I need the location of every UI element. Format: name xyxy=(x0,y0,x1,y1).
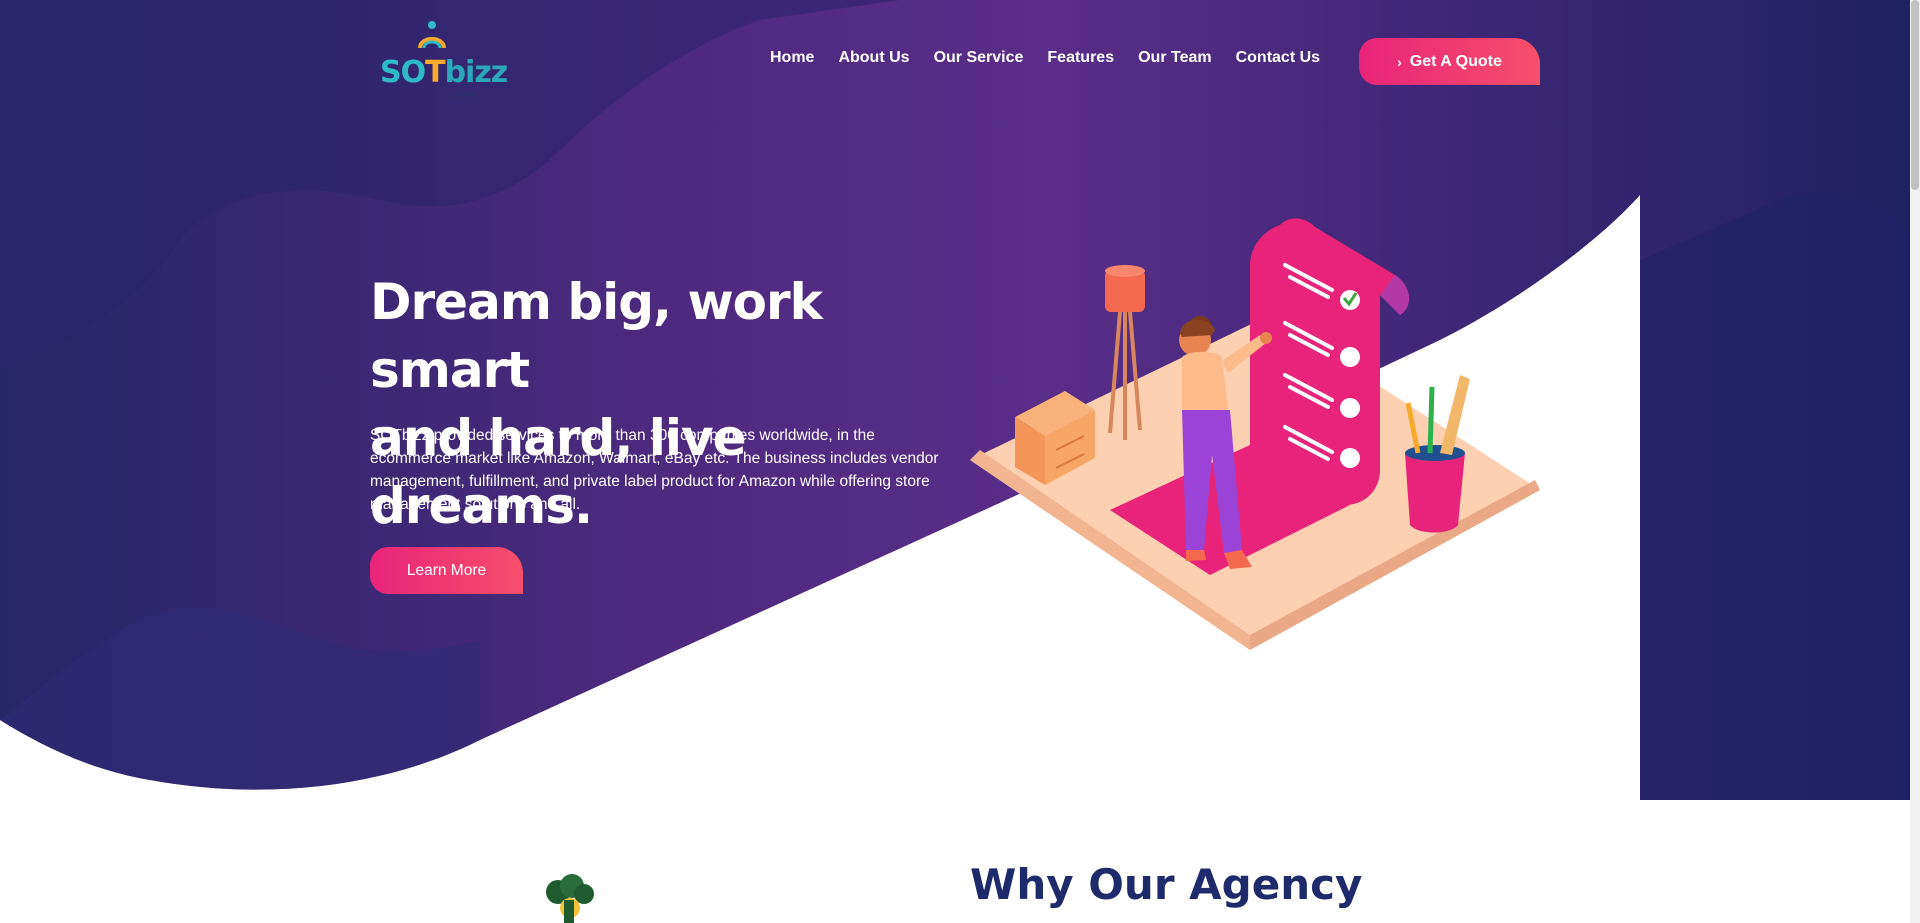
learn-more-button[interactable]: Learn More xyxy=(370,547,523,594)
nav-features[interactable]: Features xyxy=(1047,49,1114,67)
logo-tagline: digital xyxy=(452,91,473,100)
get-a-quote-button[interactable]: › Get A Quote xyxy=(1359,38,1540,85)
tree-icon xyxy=(546,874,594,923)
nav-home[interactable]: Home xyxy=(770,49,814,67)
page-scrollbar[interactable] xyxy=(1910,0,1920,923)
logo-part-2: T xyxy=(425,55,445,90)
page: SOTbizz digital Home About Us Our Servic… xyxy=(0,0,1920,923)
scrollbar-thumb[interactable] xyxy=(1911,0,1919,190)
section-title: Why Our Agency xyxy=(970,860,1363,909)
nav-about-us[interactable]: About Us xyxy=(838,49,909,67)
nav-our-team[interactable]: Our Team xyxy=(1138,49,1212,67)
woman-checklist-illustration xyxy=(970,218,1540,650)
logo-wordmark[interactable]: SOTbizz xyxy=(380,55,509,90)
nav-our-service[interactable]: Our Service xyxy=(934,49,1024,67)
chevron-right-icon: › xyxy=(1397,53,1402,70)
hero-description: SOTbizz provided services to more than 3… xyxy=(370,427,939,513)
logo-part-1: SO xyxy=(380,55,426,90)
get-a-quote-label: Get A Quote xyxy=(1409,52,1502,70)
hero-title-line-1: Dream big, work smart xyxy=(370,273,823,399)
nav-contact-us[interactable]: Contact Us xyxy=(1236,49,1320,67)
main-nav: Home About Us Our Service Features Our T… xyxy=(770,49,1320,67)
logo-part-3: bizz xyxy=(444,55,509,90)
